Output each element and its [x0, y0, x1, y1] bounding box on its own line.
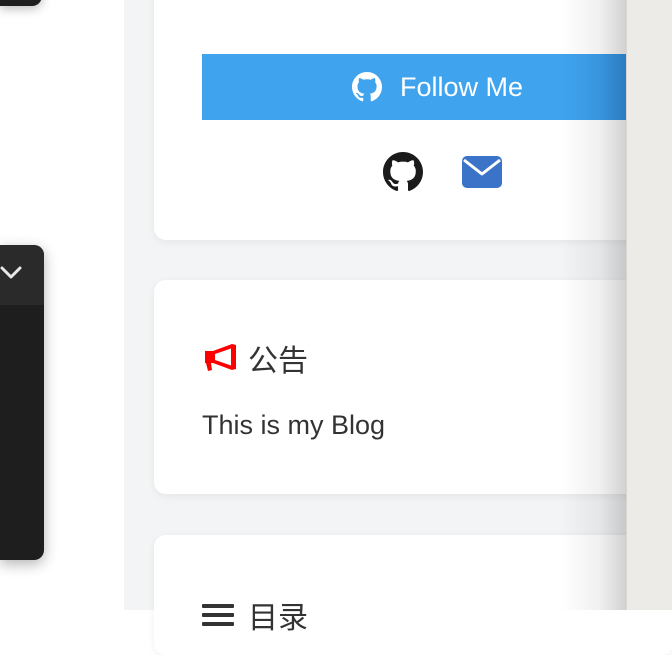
github-icon	[352, 72, 382, 102]
announcement-title: 公告	[248, 345, 308, 378]
dark-panel-header[interactable]	[0, 245, 44, 305]
toc-header: 目录	[202, 593, 308, 637]
follow-me-label: Follow Me	[400, 71, 524, 102]
dark-side-panel	[0, 245, 44, 560]
social-links	[154, 152, 672, 194]
list-lines-icon	[202, 604, 234, 626]
aside-column: Follow Me 公告 This is my Blog 目录	[124, 0, 672, 655]
window-edge-strip	[626, 0, 672, 610]
envelope-icon[interactable]	[461, 155, 503, 189]
author-card: Follow Me	[154, 0, 672, 240]
announcement-header: 公告	[202, 336, 308, 380]
floating-panel-top	[0, 0, 42, 6]
chevron-down-icon[interactable]	[0, 263, 24, 283]
megaphone-icon	[205, 344, 236, 371]
left-column	[0, 0, 124, 610]
follow-me-button[interactable]: Follow Me	[202, 54, 672, 120]
announcement-text: This is my Blog	[202, 410, 386, 440]
table-of-contents-card: 目录	[154, 535, 672, 655]
announcement-card: 公告 This is my Blog	[154, 280, 672, 494]
github-icon[interactable]	[383, 152, 423, 192]
toc-title: 目录	[248, 602, 308, 635]
